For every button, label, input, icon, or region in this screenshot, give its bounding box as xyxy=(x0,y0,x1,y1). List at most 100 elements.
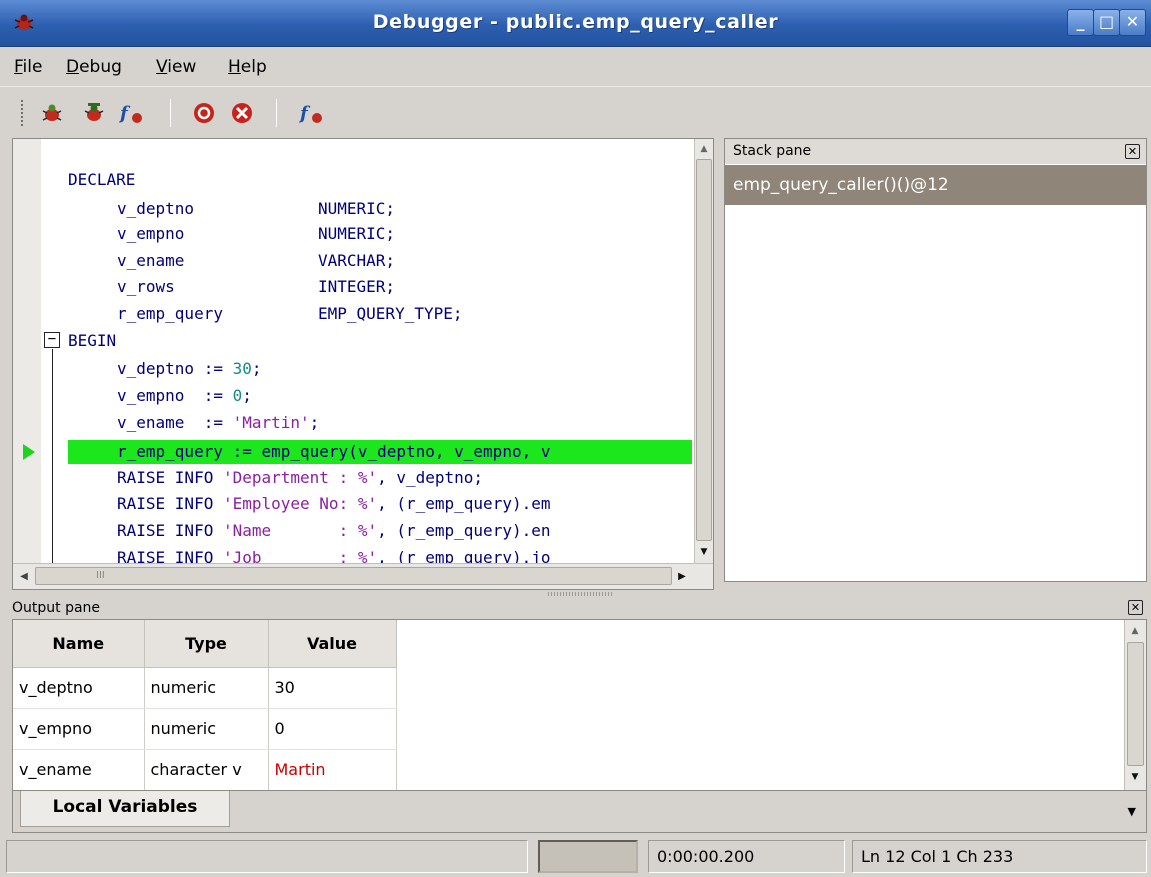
var-type: NUMERIC; xyxy=(318,224,396,243)
code-line: v_rows INTEGER; xyxy=(68,275,395,299)
step-into-icon[interactable] xyxy=(38,99,66,127)
close-icon: ✕ xyxy=(1130,601,1141,614)
svg-text:f: f xyxy=(298,103,311,124)
cell-name: v_empno xyxy=(13,708,145,750)
variables-table: Name Type Value v_deptno numeric 30 v_em… xyxy=(13,620,397,791)
cell-name: v_deptno xyxy=(13,667,145,709)
code-line: r_emp_query EMP_QUERY_TYPE; xyxy=(68,302,463,326)
column-header-name[interactable]: Name xyxy=(13,620,145,668)
editor-horizontal-scrollbar[interactable]: ◀ III ▶ xyxy=(13,563,713,589)
minimize-button[interactable]: _ xyxy=(1067,9,1094,36)
code-text: v_deptno := xyxy=(117,359,233,378)
string-literal: 'Name : %' xyxy=(222,521,378,540)
code-editor[interactable]: DECLARE v_deptno NUMERIC; v_empno NUMERIC;… xyxy=(12,138,714,590)
code-text: RAISE INFO xyxy=(117,494,223,513)
var-name: v_empno xyxy=(117,224,185,243)
menu-help[interactable]: Help xyxy=(228,57,267,77)
cell-value[interactable]: 30 xyxy=(268,667,397,709)
status-cursor-position: Ln 12 Col 1 Ch 233 xyxy=(852,840,1147,873)
maximize-icon: □ xyxy=(1098,12,1115,31)
minimize-icon: _ xyxy=(1076,12,1085,31)
scroll-right-icon[interactable]: ▶ xyxy=(673,568,691,586)
scroll-up-icon[interactable]: ▲ xyxy=(1127,622,1143,640)
scrollbar-thumb[interactable]: III xyxy=(35,567,672,585)
column-header-value[interactable]: Value xyxy=(268,620,397,668)
cell-value[interactable]: 0 xyxy=(268,708,397,750)
code-text: , (r_emp_query).em xyxy=(377,494,551,513)
code-line: BEGIN xyxy=(68,329,116,353)
editor-vertical-scrollbar[interactable]: ▲ ▼ xyxy=(694,139,713,563)
code-area[interactable]: DECLARE v_deptno NUMERIC; v_empno NUMERIC;… xyxy=(13,139,693,563)
close-window-button[interactable]: ✕ xyxy=(1119,9,1146,36)
stop-icon[interactable]: f xyxy=(298,99,326,127)
code-text: RAISE INFO xyxy=(117,521,223,540)
code-text: ; xyxy=(251,359,262,378)
scroll-left-icon[interactable]: ◀ xyxy=(15,568,33,586)
cell-name: v_ename xyxy=(13,749,145,791)
code-line: v_ename VARCHAR; xyxy=(68,249,395,273)
table-row[interactable]: v_deptno numeric 30 xyxy=(13,667,397,709)
table-row[interactable]: v_ename character v Martin xyxy=(13,749,397,791)
stack-pane: Stack pane ✕ emp_query_caller()()@12 xyxy=(724,138,1147,582)
scroll-down-icon[interactable]: ▼ xyxy=(1127,768,1143,786)
pane-title: Output pane xyxy=(12,600,101,616)
scroll-up-icon[interactable]: ▲ xyxy=(696,140,712,158)
output-vertical-scrollbar[interactable]: ▲ ▼ xyxy=(1124,620,1146,790)
code-line: v_deptno NUMERIC; xyxy=(68,197,395,221)
code-line: RAISE INFO 'Job : %', (r_emp_query).jo xyxy=(68,546,550,563)
menu-debug[interactable]: Debug xyxy=(66,57,122,77)
menu-view[interactable]: View xyxy=(156,57,196,77)
code-line: v_empno NUMERIC; xyxy=(68,222,395,246)
scrollbar-thumb[interactable] xyxy=(696,159,712,541)
code-text: , v_deptno; xyxy=(377,468,484,487)
close-icon: ✕ xyxy=(1127,145,1138,158)
code-text: RAISE INFO xyxy=(117,548,223,563)
table-row[interactable]: v_empno numeric 0 xyxy=(13,708,397,750)
string-literal: 'Employee No: %' xyxy=(222,494,378,513)
toggle-breakpoint-icon[interactable] xyxy=(190,99,218,127)
cell-value[interactable]: Martin xyxy=(268,749,397,791)
stack-frame-item[interactable]: emp_query_caller()()@12 xyxy=(725,165,1146,205)
output-pane-header: Output pane ✕ xyxy=(12,597,1147,619)
code-text: v_empno := xyxy=(117,386,233,405)
code-line: RAISE INFO 'Employee No: %', (r_emp_quer… xyxy=(68,492,550,516)
close-pane-button[interactable]: ✕ xyxy=(1128,600,1143,615)
tab-list-icon[interactable]: ▼ xyxy=(1128,805,1136,818)
toolbar-separator xyxy=(170,99,171,127)
menu-file[interactable]: File xyxy=(14,57,42,77)
scrollbar-grip: III xyxy=(96,570,105,581)
code-text: RAISE INFO xyxy=(117,468,223,487)
code-text: , (r_emp_query).en xyxy=(377,521,551,540)
pane-title: Stack pane xyxy=(733,143,812,159)
svg-text:f: f xyxy=(118,103,131,124)
close-pane-button[interactable]: ✕ xyxy=(1125,144,1140,159)
string-literal: 'Job : %' xyxy=(222,548,378,563)
current-code-line: r_emp_query := emp_query(v_deptno, v_emp… xyxy=(68,440,550,464)
clear-breakpoints-icon[interactable] xyxy=(228,99,256,127)
menu-bar: File Debug View Help xyxy=(0,48,1151,85)
output-body: Name Type Value v_deptno numeric 30 v_em… xyxy=(12,619,1147,833)
close-icon: ✕ xyxy=(1125,12,1140,31)
status-progress xyxy=(538,840,638,873)
scroll-down-icon[interactable]: ▼ xyxy=(696,543,712,561)
string-literal: 'Department : %' xyxy=(222,468,378,487)
string-literal: 'Martin' xyxy=(232,413,310,432)
execution-pointer-icon xyxy=(23,444,35,460)
column-header-type[interactable]: Type xyxy=(144,620,269,668)
maximize-button[interactable]: □ xyxy=(1093,9,1120,36)
tab-local-variables[interactable]: Local Variables xyxy=(20,791,230,827)
stack-pane-header: Stack pane ✕ xyxy=(725,139,1146,164)
splitter-handle[interactable] xyxy=(548,592,614,596)
step-over-icon[interactable] xyxy=(80,99,108,127)
code-line: RAISE INFO 'Department : %', v_deptno; xyxy=(68,466,483,490)
var-type: NUMERIC; xyxy=(318,199,396,218)
code-line: v_deptno := 30; xyxy=(68,357,262,381)
fold-guide xyxy=(52,349,53,563)
scrollbar-thumb[interactable] xyxy=(1127,642,1144,766)
status-elapsed-time: 0:00:00.200 xyxy=(648,840,845,873)
var-type: INTEGER; xyxy=(318,277,396,296)
toolbar-grip[interactable] xyxy=(20,99,24,127)
continue-icon[interactable]: f xyxy=(118,99,146,127)
fold-toggle[interactable]: − xyxy=(44,332,60,348)
var-type: EMP_QUERY_TYPE; xyxy=(318,304,463,323)
